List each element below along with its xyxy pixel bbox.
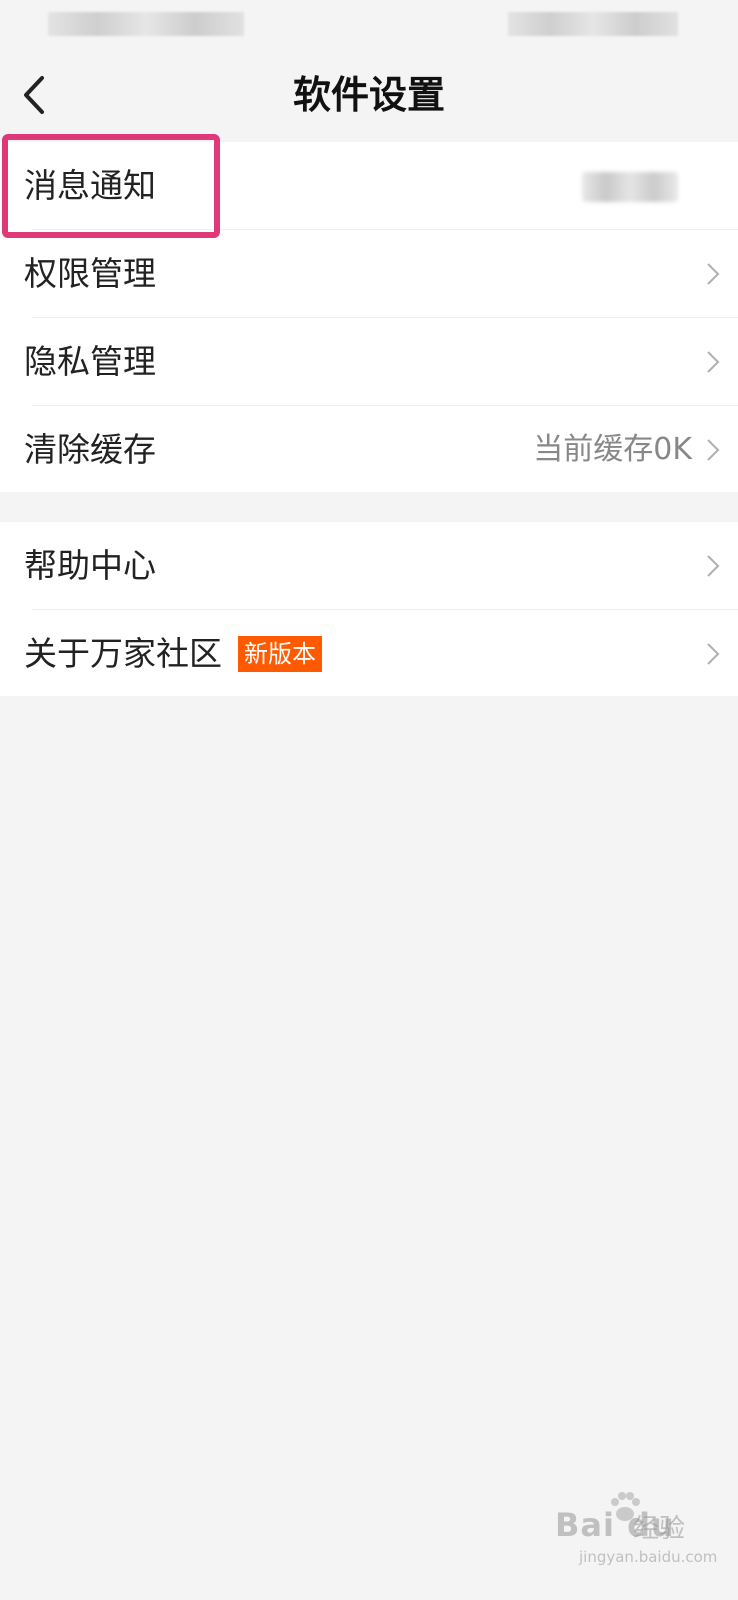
baidu-jingyan-watermark: Bai du 经验 jingyan.baidu.com xyxy=(555,1490,718,1580)
row-label: 权限管理 xyxy=(24,254,156,293)
settings-row-clear-cache[interactable]: 清除缓存 当前缓存0K xyxy=(0,406,738,494)
watermark-cn: 经验 xyxy=(633,1514,686,1544)
row-label: 帮助中心 xyxy=(24,546,156,585)
row-label: 隐私管理 xyxy=(24,342,156,381)
chevron-right-icon xyxy=(707,643,720,665)
settings-row-about[interactable]: 关于万家社区 新版本 xyxy=(0,610,738,698)
row-label: 清除缓存 xyxy=(24,430,156,469)
status-bar-left-blurred xyxy=(48,12,244,36)
chevron-right-icon xyxy=(707,263,720,285)
settings-group-2: 帮助中心 关于万家社区 新版本 xyxy=(0,522,738,696)
cache-size-value: 当前缓存0K xyxy=(533,432,692,467)
settings-row-message-notification[interactable]: 消息通知 xyxy=(0,142,738,230)
status-bar-right-blurred xyxy=(508,12,678,36)
notification-status-blurred xyxy=(582,172,678,202)
chevron-right-icon xyxy=(707,351,720,373)
watermark-url: jingyan.baidu.com xyxy=(579,1548,718,1566)
new-version-badge: 新版本 xyxy=(238,636,322,672)
settings-row-help-center[interactable]: 帮助中心 xyxy=(0,522,738,610)
settings-row-privacy-management[interactable]: 隐私管理 xyxy=(0,318,738,406)
status-bar xyxy=(0,0,738,50)
chevron-right-icon xyxy=(707,555,720,577)
row-label: 关于万家社区 xyxy=(24,634,222,673)
chevron-right-icon xyxy=(707,439,720,461)
settings-group-1: 消息通知 权限管理 隐私管理 清除缓存 当前缓存0K xyxy=(0,142,738,492)
page-title: 软件设置 xyxy=(292,73,445,117)
settings-row-permission-management[interactable]: 权限管理 xyxy=(0,230,738,318)
navigation-bar: 软件设置 xyxy=(0,50,738,142)
row-label: 消息通知 xyxy=(24,166,156,205)
